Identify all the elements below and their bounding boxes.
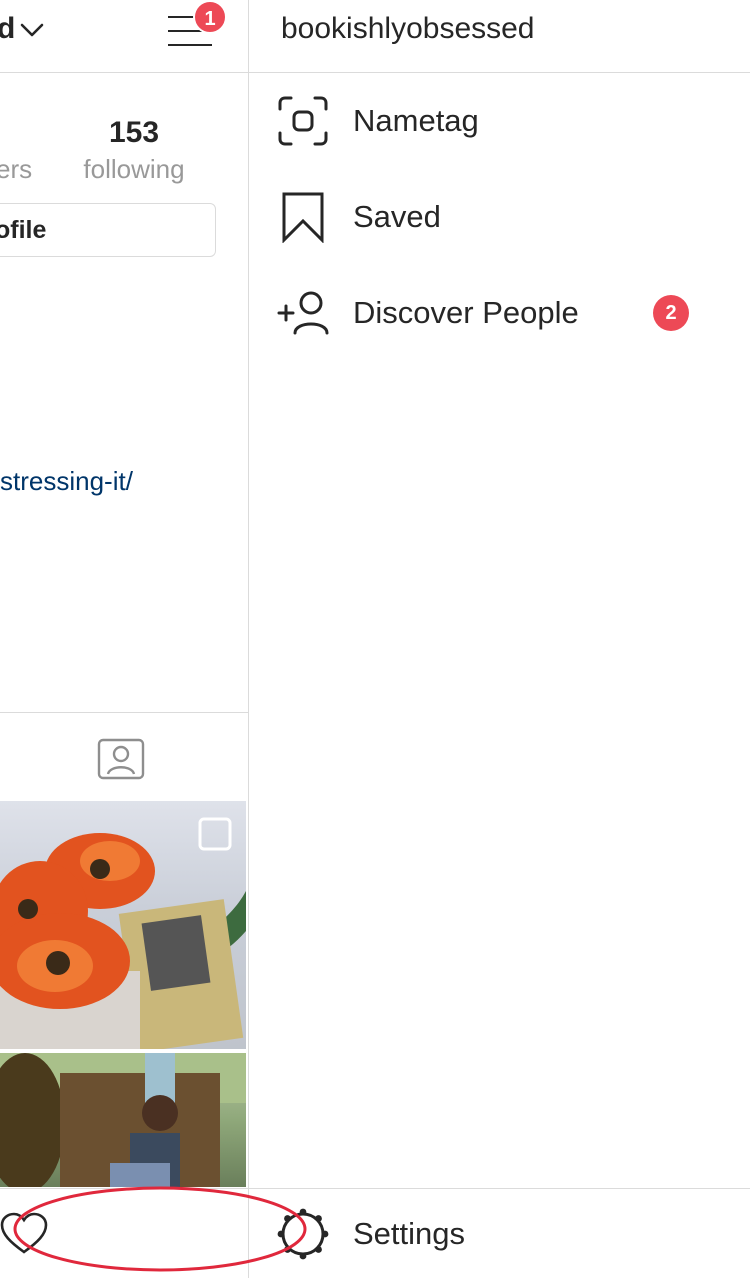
options-drawer: bookishlyobsessed Nametag Saved Discover… [248, 0, 750, 1278]
post-thumbnail-reading[interactable] [0, 1053, 246, 1187]
drawer-header: bookishlyobsessed [249, 0, 750, 73]
following-label[interactable]: following [79, 154, 189, 185]
edit-profile-button[interactable]: ofile [0, 203, 216, 257]
menu-item-label: Saved [353, 199, 441, 234]
menu-item-nametag[interactable]: Nametag [249, 76, 750, 166]
tagged-photos-icon[interactable] [97, 736, 145, 780]
post-thumbnail-flowers[interactable] [0, 801, 246, 1049]
menu-item-label: Nametag [353, 103, 479, 138]
settings-label: Settings [353, 1216, 466, 1251]
tab-divider [0, 712, 248, 713]
annotation-highlight-ellipse [13, 1186, 307, 1272]
profile-username-fragment: d [0, 12, 16, 45]
reading-photo-image [0, 1053, 246, 1187]
menu-item-label: Discover People [353, 295, 579, 330]
drawer-footer: Settings [249, 1188, 750, 1278]
add-person-icon [277, 291, 329, 335]
flowers-photo-image [0, 817, 246, 1049]
bio-link[interactable]: stressing-it/ [0, 466, 133, 497]
nametag-icon [278, 96, 328, 146]
discover-people-badge: 2 [653, 295, 689, 331]
profile-background-panel: d 1 ers 153 following ofile stressing-it… [0, 0, 248, 1278]
chevron-down-icon[interactable] [18, 15, 46, 43]
drawer-username: bookishlyobsessed [281, 12, 535, 45]
followers-label-fragment: ers [0, 154, 33, 184]
settings-button[interactable]: Settings [249, 1189, 750, 1278]
profile-header: d 1 [0, 0, 248, 73]
bookmark-icon [282, 192, 324, 243]
menu-notification-badge: 1 [193, 0, 227, 34]
menu-item-saved[interactable]: Saved [249, 172, 750, 262]
menu-item-discover-people[interactable]: Discover People 2 [249, 268, 750, 358]
edit-profile-label-fragment: ofile [0, 216, 47, 244]
following-count[interactable]: 153 [79, 116, 189, 150]
